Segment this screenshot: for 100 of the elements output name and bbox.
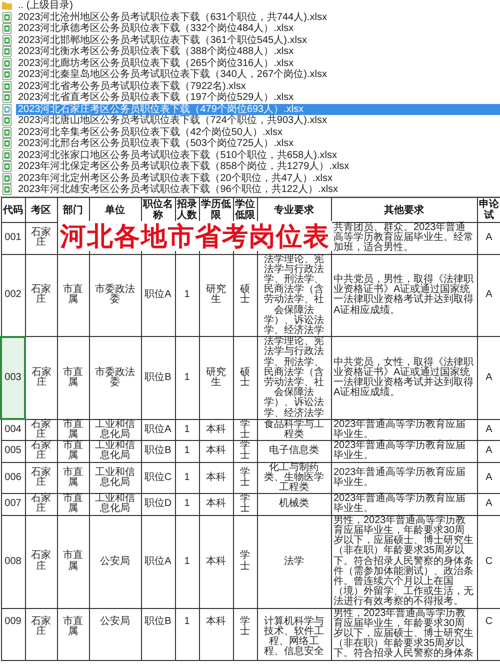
- table-cell: 石家庄: [25, 440, 57, 462]
- table-cell: 001: [1, 222, 25, 254]
- table-cell: 本科: [199, 608, 233, 660]
- spreadsheet-icon: [2, 184, 12, 196]
- table-cell: 职位A: [141, 515, 175, 608]
- table-cell: 研究生: [199, 336, 233, 420]
- table-cell: 本科: [199, 462, 233, 494]
- table-cell: 硕士: [233, 336, 257, 420]
- table-cell: 职位C: [141, 462, 175, 494]
- table-cell: 009: [1, 608, 25, 660]
- overlay-title: 河北各地市省考岗位表: [58, 221, 332, 251]
- table-cell: 1: [175, 254, 199, 337]
- table-cell: 职位B: [141, 336, 175, 420]
- spreadsheet-icon: [2, 104, 12, 115]
- file-item[interactable]: 2023河北廊坊考区公务员职位表下载（265个岗位316人）.xlsx: [16, 58, 296, 69]
- spreadsheet-icon: [2, 46, 12, 58]
- table-cell: 1: [175, 608, 199, 660]
- column-header: 考区: [25, 198, 57, 222]
- table-cell: 本科: [199, 419, 233, 441]
- spreadsheet-icon: [2, 69, 12, 80]
- table-cell: 市直属: [57, 494, 89, 516]
- table-cell: 市直属: [57, 419, 89, 441]
- column-header: 代码: [1, 198, 25, 222]
- table-cell: 本科: [199, 440, 233, 462]
- parent-folder-item[interactable]: .. (上级目录): [16, 0, 75, 12]
- file-item[interactable]: 2023河北邯郸地区公务员考试职位表下载（361个职位545人).xlsx: [16, 34, 309, 46]
- table-cell: 法学: [257, 515, 331, 608]
- file-item[interactable]: 2023河北唐山地区公务员考试职位表下载（724个职位，共903人).xlsx: [16, 115, 329, 126]
- table-cell: 1: [175, 462, 199, 494]
- table-cell: 1: [175, 336, 199, 420]
- file-item[interactable]: 2023河北辛集考区公务员职位表下载（42个岗位50人）.xlsx: [16, 126, 284, 138]
- table-cell: 职位B: [141, 608, 175, 660]
- table-cell: 公安局: [89, 515, 141, 608]
- table-cell: 学士: [233, 608, 257, 660]
- file-item[interactable]: 2023河北衡水考区公务员职位表下载（388个岗位488人）.xlsx: [16, 46, 296, 58]
- table-cell: 研究生: [199, 254, 233, 337]
- spreadsheet-icon: [2, 92, 12, 104]
- spreadsheet-icon: [2, 161, 12, 172]
- spreadsheet-icon: [2, 12, 12, 23]
- spreadsheet-icon: [2, 80, 12, 92]
- spreadsheet-icon: [2, 115, 12, 126]
- spreadsheet-icon: [2, 34, 12, 46]
- column-header: 其他要求: [331, 198, 477, 222]
- table-cell: 学士: [233, 440, 257, 462]
- file-item[interactable]: 2023河北沧州地区公务员考试职位表下载（631个职位，共744人).xlsx: [16, 12, 329, 23]
- spreadsheet-icon: [2, 23, 12, 34]
- file-item[interactable]: 2023年河北雄安考区公务员考试职位表下载（96个职位，共122人）.xlsx: [16, 184, 340, 196]
- table-cell: 市直属: [57, 608, 89, 660]
- spreadsheet-icon: [2, 138, 12, 150]
- table-cell: 2023年普通高等学历教育应届毕业生。: [331, 419, 477, 441]
- table-cell: 硕士: [233, 254, 257, 337]
- table-cell: 学士: [233, 462, 257, 494]
- table-cell: 职位D: [141, 494, 175, 516]
- table-cell: 石家庄: [25, 462, 57, 494]
- table-cell: 市委政法委: [89, 336, 141, 420]
- file-item[interactable]: 2023年河北保定考区公务员考试职位表下载（858个岗位，共1279人）.xlsx: [16, 161, 352, 172]
- table-cell: 化工与制药类、生物医学工程类: [257, 462, 331, 494]
- table-cell: 工业和信息化局: [89, 440, 141, 462]
- table-cell: 本科: [199, 494, 233, 516]
- table-cell: 2023年普通高等学历教育应届毕业生。: [331, 440, 477, 462]
- table-cell: 食品科学与工程类: [257, 419, 331, 441]
- table-cell: 公安局: [89, 608, 141, 660]
- table-cell: 石家庄: [25, 494, 57, 516]
- file-item[interactable]: 2023河北省考公务员考试职位表下载（7922名).xlsx: [16, 80, 248, 92]
- table-cell: 工业和信息化局: [89, 462, 141, 494]
- table-cell: 职位B: [141, 440, 175, 462]
- table-cell: 石家庄: [25, 419, 57, 441]
- table-cell: 石家庄: [25, 515, 57, 608]
- file-item[interactable]: 2023河北邢台考区公务员职位表下载（503个岗位725人）.xlsx: [16, 138, 296, 150]
- table-cell: 市直属: [57, 462, 89, 494]
- table-cell: 电子信息类: [257, 440, 331, 462]
- spreadsheet-icon: [2, 58, 12, 69]
- file-item[interactable]: 2023河北省直考区公务员职位表下载（197个岗位529人）.xlsx: [16, 92, 296, 104]
- table-cell: 学士: [233, 419, 257, 441]
- table-cell: 1: [175, 494, 199, 516]
- spreadsheet-icon: [2, 126, 12, 138]
- column-header: 申论试: [477, 198, 500, 222]
- file-item[interactable]: 2023河北承德考区公务员职位表下载（332个岗位484人）.xlsx: [16, 23, 296, 34]
- table-cell: 1: [175, 515, 199, 608]
- spreadsheet-icon: [2, 150, 12, 161]
- table-cell: 003: [1, 336, 25, 420]
- table-cell: 石家庄: [25, 336, 57, 420]
- table-cell: 法学理论、宪法学与行政法学、刑法学、民商法学（含劳动法学、社会保障法学）、诉讼法学、经济法学: [257, 336, 331, 420]
- table-cell: 法学理论、宪法学与行政法学、刑法学、民商法学（含劳动法学、社会保障法学）、诉讼法学、经济法学: [257, 254, 331, 337]
- table-cell: 本科: [199, 515, 233, 608]
- table-cell: 石家庄: [25, 254, 57, 337]
- table-cell: 市直属: [57, 254, 89, 337]
- table-cell: 市委政法委: [89, 254, 141, 337]
- file-item[interactable]: 2023河北张家口地区公务员考试职位表下载（510个职位，共658人).xlsx: [16, 150, 339, 161]
- file-item[interactable]: 2023年河北定州考区公务员考试职位表下载（20个职位，共47人）.xlsx: [16, 172, 334, 184]
- table-cell: 石家庄: [25, 608, 57, 660]
- file-item[interactable]: 2023河北秦皇岛地区公务员考试职位表下载（340人，267个岗位).xlsx: [16, 69, 329, 80]
- folder-icon: [2, 0, 12, 12]
- table-cell: 计算机科学与技术、软件工程、网络工程、信息安全: [257, 608, 331, 660]
- table-cell: 学士: [233, 494, 257, 516]
- spreadsheet-icon: [2, 172, 12, 184]
- table-cell: 男性，2023年普通高等学历教育应届毕业生，年龄要求30周岁以下，应届硕士、博士研究生（非在职）年龄要求35周岁以下。符合招录人民警察的身体条: [331, 608, 477, 660]
- table-cell: 008: [1, 515, 25, 608]
- table-cell: 006: [1, 462, 25, 494]
- table-cell: 中共党员，男性，取得《法律职业资格证书》A证或通过国家统一法律职业资格考试并达到取得A证相应成绩。: [331, 254, 477, 337]
